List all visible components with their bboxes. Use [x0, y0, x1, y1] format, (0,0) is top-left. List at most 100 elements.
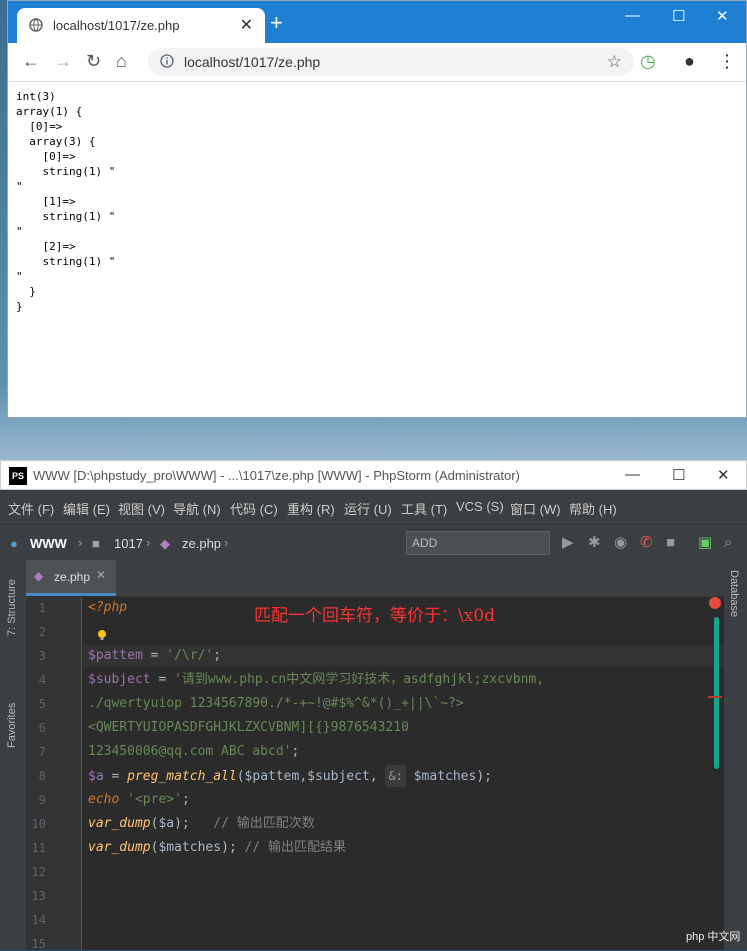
error-stripe-mark[interactable]	[708, 696, 722, 698]
line-number: 10	[31, 817, 46, 831]
url-text: localhost/1017/ze.php	[184, 54, 321, 70]
browser-window: localhost/1017/ze.php ✕ + — ☐ ✕ ← → ↻ ⌂ …	[7, 0, 747, 418]
error-indicator-icon[interactable]	[709, 597, 721, 609]
new-tab-icon[interactable]: +	[270, 12, 283, 34]
bookmark-star-icon[interactable]: ☆	[607, 52, 622, 72]
ide-close-icon[interactable]: ✕	[717, 466, 730, 484]
code-string: '请到www.php.cn中文网学习好技术，asdfghjkl;zxcvbnm,	[174, 672, 545, 687]
code-comment: // 输出匹配次数	[189, 816, 315, 831]
lightbulb-icon[interactable]	[96, 629, 108, 641]
menu-run[interactable]: 运行 (U)	[344, 499, 392, 518]
debug-icon[interactable]: ✱	[588, 535, 601, 551]
browser-toolbar: ← → ↻ ⌂ localhost/1017/ze.php ☆ ◷ ● ⋮	[8, 43, 746, 82]
code-line-6: <QWERTYUIOPASDFGHJKLZXCVBNM][{}987654321…	[88, 717, 409, 739]
code-op: ;	[213, 648, 222, 663]
ide-window-title: WWW [D:\phpstudy_pro\WWW] - ...\1017\ze.…	[33, 468, 520, 483]
browser-tab[interactable]: localhost/1017/ze.php ✕	[17, 8, 265, 43]
address-bar[interactable]: localhost/1017/ze.php ☆	[148, 48, 634, 76]
code-op: =	[142, 648, 167, 663]
account-icon[interactable]: ●	[684, 51, 695, 71]
var-subject: $subject	[88, 672, 151, 687]
menu-navigate[interactable]: 导航 (N)	[173, 499, 221, 518]
line-number: 4	[38, 673, 46, 687]
menu-tools[interactable]: 工具 (T)	[401, 499, 447, 518]
maximize-icon[interactable]: ☐	[672, 7, 685, 25]
code-string: '<pre>'	[119, 792, 182, 807]
code-line-11: var_dump($matches); // 输出匹配结果	[88, 837, 346, 859]
menu-vcs[interactable]: VCS (S)	[456, 499, 504, 514]
code-string: 123450006@qq.com ABC abcd'	[88, 744, 292, 759]
back-icon[interactable]: ←	[22, 51, 40, 71]
code-line-1: <?php	[88, 597, 127, 619]
line-number: 2	[38, 625, 46, 639]
ide-navbar: ● WWW › ■ 1017 › ◆ ze.php › ADD CONFIGUR…	[0, 524, 747, 572]
code-editor[interactable]: 匹配一个回车符，等价于：\x0d <?php $pattem = '/\r/';…	[82, 597, 724, 950]
line-number: 7	[38, 745, 46, 759]
editor-scrollbar[interactable]	[714, 617, 719, 769]
code-op: =	[103, 769, 128, 784]
add-configuration-button[interactable]: ADD CONFIGURATION...	[406, 531, 550, 572]
breadcrumb-folder[interactable]: 1017	[114, 536, 143, 551]
line-number: 14	[31, 913, 46, 927]
menu-file[interactable]: 文件 (F)	[8, 499, 54, 518]
code-line-4: $subject = '请到www.php.cn中文网学习好技术，asdfghj…	[88, 669, 544, 691]
menu-code[interactable]: 代码 (C)	[230, 499, 278, 518]
run-icon[interactable]: ▶	[562, 535, 574, 551]
browser-tabstrip: localhost/1017/ze.php ✕ + — ☐ ✕	[8, 1, 746, 43]
var-pattem: $pattem	[88, 648, 143, 663]
ide-maximize-icon[interactable]: ☐	[672, 466, 685, 484]
structure-tool-button[interactable]: 7: Structure	[6, 579, 18, 636]
database-tool-button[interactable]: Database	[728, 570, 740, 617]
terminal-icon[interactable]: ▣	[698, 535, 712, 551]
line-number: 11	[31, 841, 46, 855]
forward-icon[interactable]: →	[54, 51, 72, 71]
minimize-icon[interactable]: —	[625, 7, 640, 24]
coverage-icon[interactable]: ◉	[614, 535, 627, 551]
keyword-echo: echo	[88, 792, 120, 807]
ide-titlebar: PS WWW [D:\phpstudy_pro\WWW] - ...\1017\…	[0, 460, 747, 490]
function-call: preg_match_all	[127, 769, 237, 784]
menu-help[interactable]: 帮助 (H)	[569, 499, 617, 518]
info-icon[interactable]	[160, 54, 174, 68]
stop-icon[interactable]: ■	[666, 535, 675, 551]
menu-edit[interactable]: 编辑 (E)	[63, 499, 110, 518]
line-number: 3	[38, 649, 46, 663]
phpstorm-logo-icon: PS	[9, 467, 27, 485]
reload-icon[interactable]: ↻	[86, 51, 101, 71]
file-tab-ze-php[interactable]: ◆ ze.php ✕	[26, 560, 116, 596]
code-line-5: ./qwertyuiop 1234567890./*-+~!@#$%^&*()_…	[88, 693, 464, 715]
favorites-tool-button[interactable]: Favorites	[6, 703, 18, 748]
watermark-logo: php 中文网	[686, 931, 741, 943]
line-number: 9	[38, 793, 46, 807]
code-op: ;	[291, 744, 300, 759]
menu-view[interactable]: 视图 (V)	[118, 499, 165, 518]
left-tool-strip: 7: Structure Favorites	[0, 560, 26, 950]
chevron-right-icon: ›	[78, 535, 83, 550]
line-number: 15	[31, 937, 46, 951]
code-args: ($a);	[150, 816, 190, 831]
breadcrumb-project[interactable]: WWW	[30, 536, 67, 551]
code-op: ;	[181, 792, 190, 807]
close-icon[interactable]: ✕	[240, 15, 253, 35]
home-icon[interactable]: ⌂	[116, 51, 127, 71]
extension-timer-icon[interactable]: ◷	[640, 51, 656, 71]
menu-refactor[interactable]: 重构 (R)	[287, 499, 335, 518]
menu-window[interactable]: 窗口 (W)	[510, 499, 561, 518]
line-number: 6	[38, 721, 46, 735]
breadcrumb-file[interactable]: ze.php	[182, 536, 221, 551]
menu-dots-icon[interactable]: ⋮	[718, 51, 736, 71]
code-string: ./qwertyuiop 1234567890./*-+~!@#$%^&*()_…	[88, 696, 464, 711]
close-tab-icon[interactable]: ✕	[96, 568, 106, 582]
code-line-7: 123450006@qq.com ABC abcd';	[88, 741, 299, 763]
code-line-8: $a = preg_match_all($pattem,$subject, &:…	[88, 765, 492, 788]
php-open-tag: <?php	[88, 600, 128, 615]
phone-listen-icon[interactable]: ✆	[640, 535, 653, 551]
editor-tabs: ◆ ze.php ✕	[26, 560, 724, 597]
function-call: var_dump	[88, 840, 151, 855]
annotation-text: 匹配一个回车符，等价于：\x0d	[254, 606, 496, 626]
window-close-icon[interactable]: ✕	[716, 7, 729, 25]
right-tool-strip: Database	[724, 560, 747, 950]
ide-minimize-icon[interactable]: —	[625, 466, 640, 483]
chevron-right-icon: ›	[224, 535, 229, 550]
search-icon[interactable]: ⌕	[724, 535, 732, 551]
